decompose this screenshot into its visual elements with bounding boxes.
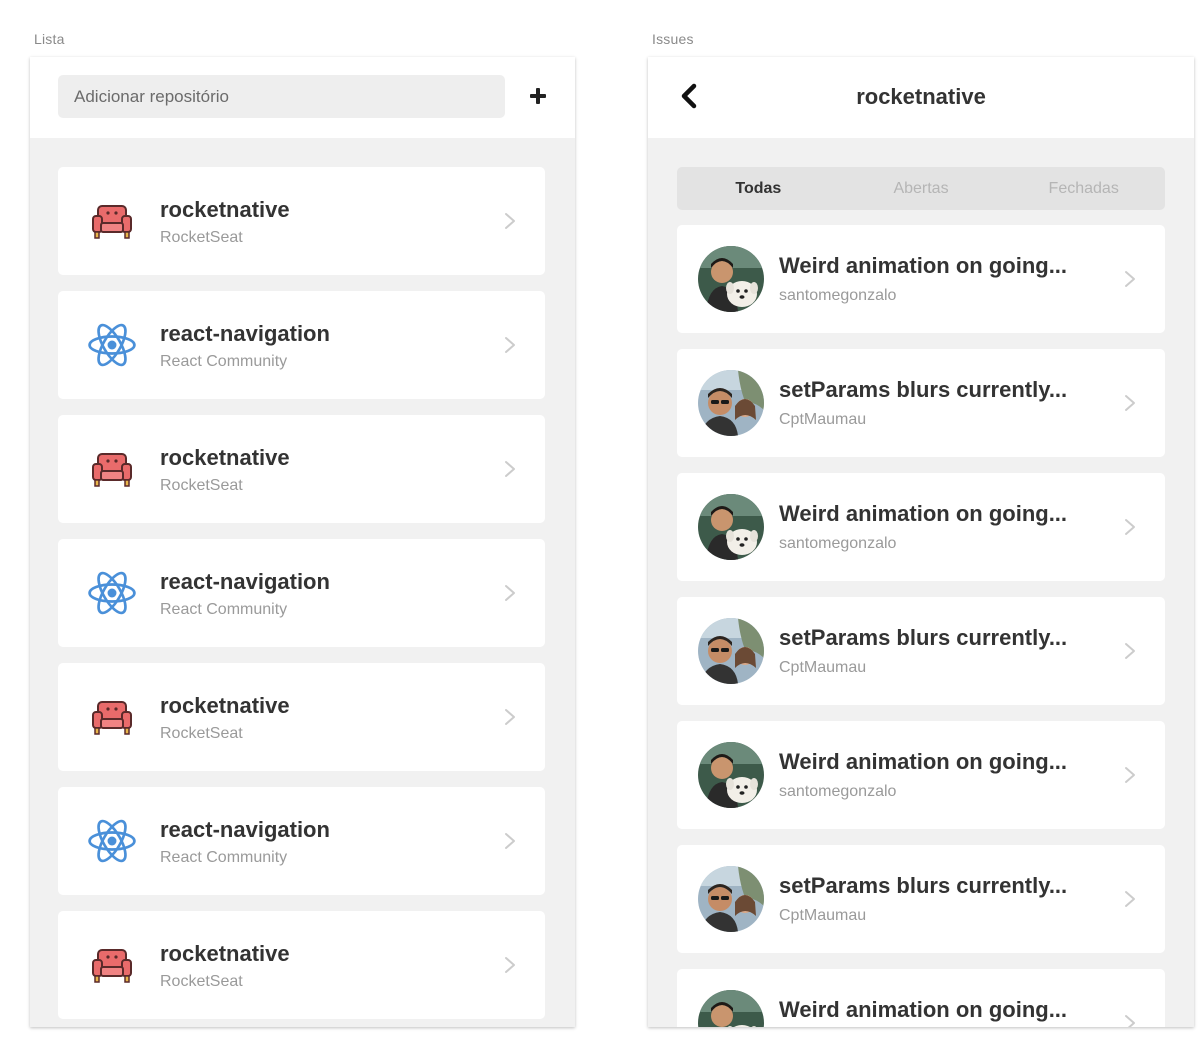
issue-author: CptMaumau [779, 659, 867, 676]
avatar-selfie-couple [698, 618, 764, 684]
repository-card[interactable]: rocketnative RocketSeat [58, 911, 545, 1019]
repository-icon-wrap [86, 567, 138, 619]
issues-screen: rocketnative Todas Abertas Fechadas Weir… [648, 57, 1194, 1027]
issue-card[interactable]: Weird animation on going... santomegonzal… [677, 721, 1165, 829]
repository-name: react-navigation [160, 817, 330, 842]
avatar-man-with-dog [698, 246, 764, 312]
repository-card[interactable]: react-navigation React Community [58, 539, 545, 647]
repository-owner: React Community [160, 601, 288, 618]
repository-icon-wrap [86, 815, 138, 867]
chevron-right-icon [1125, 767, 1135, 783]
avatar-man-with-dog [698, 990, 764, 1027]
avatar [698, 866, 764, 932]
issue-author: santomegonzalo [779, 535, 897, 552]
repository-owner: RocketSeat [160, 229, 243, 246]
repository-owner: RocketSeat [160, 477, 243, 494]
repository-card[interactable]: rocketnative RocketSeat [58, 663, 545, 771]
armchair-icon [92, 205, 132, 239]
repository-card[interactable]: rocketnative RocketSeat [58, 167, 545, 275]
avatar [698, 990, 764, 1027]
chevron-right-icon [1125, 519, 1135, 535]
repository-owner: React Community [160, 849, 288, 866]
chevron-right-icon [505, 337, 515, 353]
react-atom-icon [88, 819, 136, 863]
lista-header [30, 57, 575, 138]
repository-owner: RocketSeat [160, 973, 243, 990]
chevron-right-icon [505, 213, 515, 229]
repository-icon-wrap [86, 691, 138, 743]
repository-icon-wrap [86, 443, 138, 495]
issue-filter-tabs: Todas Abertas Fechadas [677, 167, 1165, 210]
page-title: rocketnative [856, 84, 986, 109]
armchair-icon [92, 949, 132, 983]
issue-card[interactable]: Weird animation on going... santomegonzal… [677, 473, 1165, 581]
issue-author: santomegonzalo [779, 783, 897, 800]
issue-author: santomegonzalo [779, 287, 897, 304]
repository-icon-wrap [86, 195, 138, 247]
issue-card[interactable]: Weird animation on going...santomegonzal… [677, 969, 1165, 1027]
issue-title: Weird animation on going... [779, 997, 1068, 1022]
repository-card[interactable]: rocketnative RocketSeat [58, 415, 545, 523]
add-repository-input[interactable] [58, 75, 505, 118]
repository-card[interactable]: react-navigation React Community [58, 291, 545, 399]
chevron-right-icon [1125, 271, 1135, 287]
frame-label-issues: Issues [652, 31, 694, 47]
repository-name: rocketnative [160, 197, 290, 222]
lista-screen: rocketnative RocketSeat react-navigation Re… [30, 57, 575, 1027]
chevron-right-icon [505, 461, 515, 477]
chevron-right-icon [1125, 1015, 1135, 1027]
repository-name: react-navigation [160, 569, 330, 594]
avatar-selfie-couple [698, 370, 764, 436]
issue-title: Weird animation on going... [779, 501, 1068, 526]
chevron-right-icon [1125, 643, 1135, 659]
repository-name: rocketnative [160, 941, 290, 966]
issue-title: setParams blurs currently... [779, 377, 1068, 402]
tab-todas[interactable]: Todas [677, 167, 840, 210]
issue-card[interactable]: setParams blurs currently... CptMaumau [677, 597, 1165, 705]
avatar [698, 494, 764, 560]
repository-icon-wrap [86, 939, 138, 991]
repository-owner: React Community [160, 353, 288, 370]
frame-label-lista: Lista [34, 31, 65, 47]
issue-card[interactable]: setParams blurs currently... CptMaumau [677, 845, 1165, 953]
react-atom-icon [88, 323, 136, 367]
tab-fechadas[interactable]: Fechadas [1002, 167, 1165, 210]
avatar-man-with-dog [698, 742, 764, 808]
chevron-right-icon [505, 709, 515, 725]
plus-icon [530, 88, 546, 104]
armchair-icon [92, 701, 132, 735]
issue-card[interactable]: setParams blurs currently... CptMaumau [677, 349, 1165, 457]
tab-abertas[interactable]: Abertas [840, 167, 1003, 210]
react-atom-icon [88, 571, 136, 615]
repository-owner: RocketSeat [160, 725, 243, 742]
armchair-icon [92, 453, 132, 487]
issue-card[interactable]: Weird animation on going... santomegonzal… [677, 225, 1165, 333]
chevron-right-icon [1125, 891, 1135, 907]
issues-header: rocketnative [648, 57, 1194, 138]
repository-name: rocketnative [160, 445, 290, 470]
repository-name: rocketnative [160, 693, 290, 718]
issue-title: Weird animation on going... [779, 253, 1068, 278]
repository-card[interactable]: react-navigation React Community [58, 787, 545, 895]
avatar-selfie-couple [698, 866, 764, 932]
repository-name: react-navigation [160, 321, 330, 346]
issue-author: CptMaumau [779, 907, 867, 924]
chevron-right-icon [505, 957, 515, 973]
chevron-right-icon [505, 833, 515, 849]
issue-title: setParams blurs currently... [779, 873, 1068, 898]
avatar-man-with-dog [698, 494, 764, 560]
chevron-right-icon [1125, 395, 1135, 411]
repository-icon-wrap [86, 319, 138, 371]
avatar [698, 246, 764, 312]
issue-title: Weird animation on going... [779, 749, 1068, 774]
issue-title: setParams blurs currently... [779, 625, 1068, 650]
avatar [698, 370, 764, 436]
chevron-right-icon [505, 585, 515, 601]
avatar [698, 742, 764, 808]
avatar [698, 618, 764, 684]
add-repository-button[interactable] [523, 80, 553, 112]
issue-author: CptMaumau [779, 411, 867, 428]
